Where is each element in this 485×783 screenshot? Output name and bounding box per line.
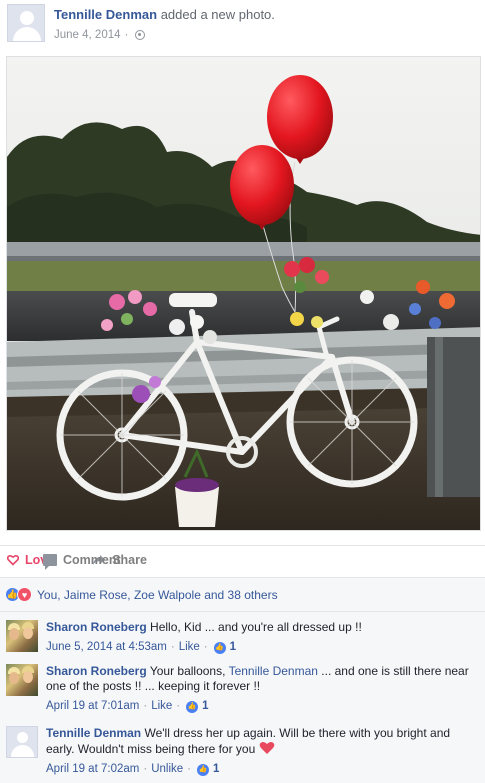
thumbs-up-icon: 👍 [186, 700, 199, 713]
post-photo[interactable] [6, 56, 481, 531]
commenter-avatar[interactable] [6, 664, 38, 696]
commenter-name[interactable]: Sharon Roneberg [46, 620, 147, 634]
comment-button[interactable]: Comment [43, 552, 485, 570]
post-meta: June 4, 2014 · [54, 29, 275, 41]
post-date[interactable]: June 4, 2014 [54, 29, 121, 41]
commenter-name[interactable]: Tennille Denman [46, 726, 141, 740]
comment-like-count[interactable]: 1 [230, 640, 236, 655]
reactions-text[interactable]: You, Jaime Rose, Zoe Walpole and 38 othe… [37, 588, 278, 602]
commenter-avatar[interactable] [6, 726, 38, 758]
comment-meta: June 5, 2014 at 4:53am · Like · 👍 1 [46, 640, 237, 655]
comment-like-count[interactable]: 1 [213, 762, 219, 777]
author-name-link[interactable]: Tennille Denman [54, 7, 157, 22]
commenter-name[interactable]: Sharon Roneberg [46, 664, 147, 678]
comment-label: Comment [63, 552, 121, 567]
love-reaction-icon: ♥ [17, 587, 32, 602]
post-header-text: Tennille Denman added a new photo. June … [54, 4, 275, 46]
comment-body: Tennille Denman We'll dress her up again… [46, 726, 471, 777]
globe-icon[interactable] [135, 30, 146, 40]
comment-item: Sharon Roneberg Your balloons, Tennille … [6, 664, 480, 714]
comment-body: Sharon Roneberg Hello, Kid ... and you'r… [46, 620, 362, 655]
comment-text: Your balloons, [149, 664, 226, 678]
reactions-summary[interactable]: 👍 ♥ You, Jaime Rose, Zoe Walpole and 38 … [0, 578, 485, 612]
comment-like-link[interactable]: Like [179, 640, 200, 655]
post-action-text: added a new photo. [160, 7, 275, 22]
comment-meta: April 19 at 7:01am · Like · 👍 1 [46, 699, 209, 714]
comment-like-count[interactable]: 1 [202, 699, 208, 714]
comment-like-link[interactable]: Like [151, 699, 172, 714]
post-header: Tennille Denman added a new photo. June … [7, 4, 477, 46]
comment-time[interactable]: June 5, 2014 at 4:53am [46, 640, 167, 655]
comment-text: Hello, Kid ... and you're all dressed up… [150, 620, 362, 634]
author-avatar[interactable] [7, 4, 45, 42]
thumbs-up-icon: 👍 [197, 763, 209, 776]
comment-body: Sharon Roneberg Your balloons, Tennille … [46, 664, 471, 714]
comment-time[interactable]: April 19 at 7:01am [46, 699, 139, 714]
mention-link[interactable]: Tennille Denman [229, 664, 318, 678]
comment-meta: April 19 at 7:02am · Unlike · 👍 1 [46, 762, 220, 777]
commenter-avatar[interactable] [6, 620, 38, 652]
comment-unlike-link[interactable]: Unlike [151, 762, 183, 777]
heart-icon [7, 554, 19, 566]
comment-item: Tennille Denman We'll dress her up again… [6, 726, 480, 777]
comment-time[interactable]: April 19 at 7:02am [46, 762, 139, 777]
comment-icon [43, 553, 57, 570]
thumbs-up-icon: 👍 [213, 641, 226, 654]
comment-item: Sharon Roneberg Hello, Kid ... and you'r… [6, 620, 480, 655]
post-action-bar: Love Comment Share [0, 545, 485, 573]
red-heart-emoji-icon [259, 741, 274, 754]
ghost-bike-photo [7, 57, 480, 530]
